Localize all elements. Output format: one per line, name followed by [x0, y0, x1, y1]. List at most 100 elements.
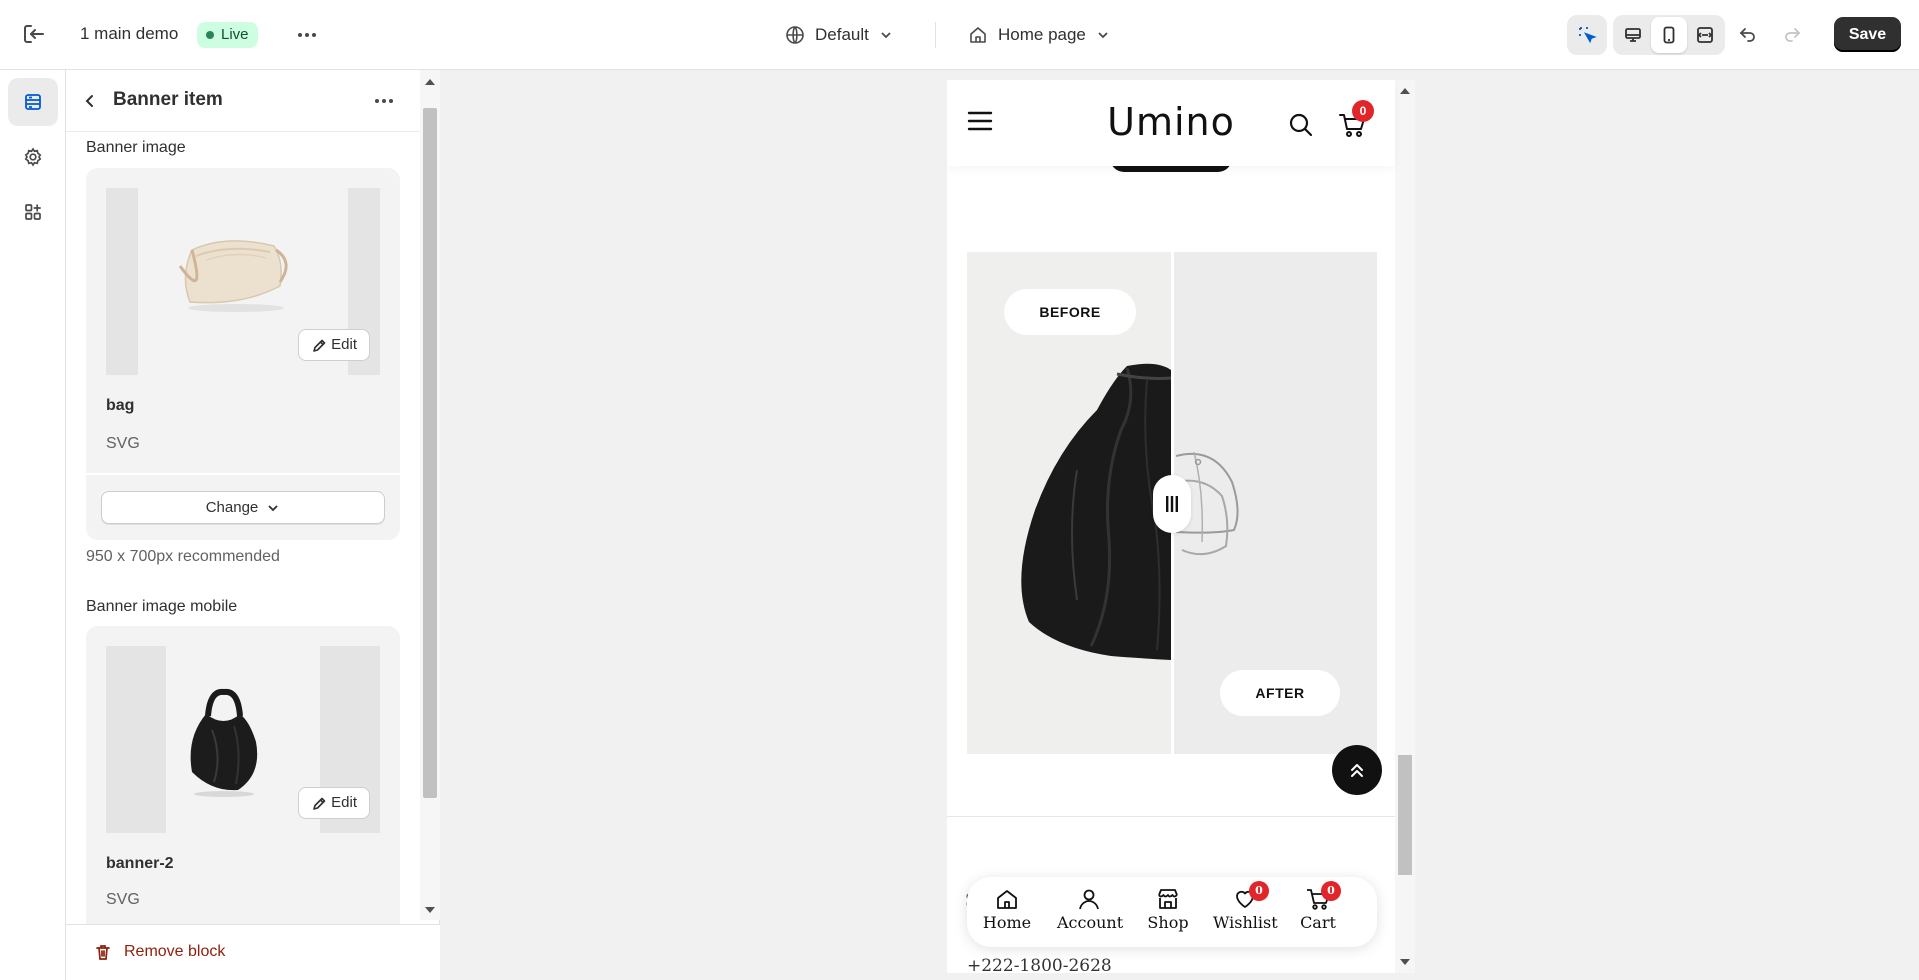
- exit-icon[interactable]: [22, 23, 48, 47]
- bottom-nav-cart[interactable]: 0 Cart: [1297, 881, 1341, 932]
- inspector-toggle[interactable]: [1569, 17, 1605, 53]
- apps-tab[interactable]: [8, 188, 58, 236]
- apps-icon: [25, 204, 41, 220]
- globe-icon: [786, 26, 804, 44]
- save-button[interactable]: Save: [1834, 17, 1901, 52]
- inspector-group: [1567, 15, 1607, 55]
- home-icon: [970, 27, 986, 43]
- user-icon: [1079, 889, 1099, 910]
- mobile-view-button[interactable]: [1651, 17, 1687, 53]
- edit-label: Edit: [331, 794, 357, 811]
- change-label: Change: [205, 499, 259, 516]
- divider: [86, 473, 400, 475]
- back-to-top-button[interactable]: [1332, 745, 1382, 795]
- bottom-nav-home[interactable]: Home: [981, 887, 1033, 932]
- pencil-icon: [313, 797, 326, 810]
- change-image-button[interactable]: Change: [101, 491, 385, 524]
- image-file-type: SVG: [106, 435, 140, 452]
- more-actions-icon[interactable]: [373, 90, 395, 112]
- before-after-slider[interactable]: BEFORE AFTER: [967, 252, 1377, 754]
- cart-count-badge: 0: [1352, 100, 1374, 122]
- theme-label: Default: [815, 25, 869, 44]
- sidebar-title: Banner item: [113, 89, 223, 110]
- more-actions-icon[interactable]: [296, 24, 318, 46]
- page-label: Home page: [998, 25, 1086, 44]
- settings-sidebar: Banner item Banner image Edit bag SVG Ch…: [66, 70, 440, 980]
- edit-image-button[interactable]: Edit: [298, 787, 370, 819]
- bottom-nav-label: Home: [982, 913, 1032, 932]
- redo-icon[interactable]: [1782, 24, 1806, 46]
- before-label: BEFORE: [1004, 289, 1136, 335]
- divider: [935, 22, 936, 48]
- image-file-name: banner-2: [106, 855, 174, 872]
- live-badge: Live: [197, 22, 258, 48]
- cart-count-badge: 0: [1321, 881, 1341, 901]
- store-header: Umino 0: [947, 80, 1395, 166]
- bottom-nav-label: Account: [1057, 913, 1124, 932]
- image-file-name: bag: [106, 397, 135, 414]
- cart-icon[interactable]: 0: [1338, 100, 1374, 143]
- theme-settings-tab[interactable]: [8, 133, 58, 181]
- drag-handle-icon: [1166, 496, 1178, 512]
- bottom-nav-shop[interactable]: Shop: [1145, 887, 1191, 932]
- slider-handle[interactable]: [1153, 475, 1191, 533]
- banner-image-label: Banner image: [86, 139, 186, 156]
- bottom-nav-label: Cart: [1300, 913, 1336, 932]
- home-icon: [997, 890, 1017, 909]
- bottom-nav-label: Wishlist: [1213, 913, 1278, 932]
- edit-image-button[interactable]: Edit: [298, 329, 370, 361]
- bottom-nav-account[interactable]: Account: [1057, 887, 1124, 932]
- mobile-bottom-nav: Home Account Shop 0 Wishlist 0 Cart: [967, 877, 1377, 947]
- chevron-down-icon: [1098, 32, 1108, 39]
- sidebar-scrollbar[interactable]: [420, 70, 440, 920]
- search-icon[interactable]: [1288, 112, 1314, 143]
- scroll-up-arrow[interactable]: [1400, 88, 1410, 94]
- pencil-icon: [313, 339, 326, 352]
- after-label: AFTER: [1220, 670, 1340, 716]
- preview-scrollbar[interactable]: [1395, 80, 1415, 973]
- mobile-icon: [1663, 26, 1675, 44]
- viewport-group: [1613, 15, 1725, 55]
- scroll-thumb[interactable]: [1398, 755, 1412, 875]
- expand-icon: [1697, 27, 1713, 43]
- chevron-down-icon: [881, 32, 891, 39]
- bottom-nav-label: Shop: [1147, 913, 1189, 932]
- trash-icon: [96, 945, 110, 960]
- scroll-down-arrow[interactable]: [1400, 959, 1410, 965]
- remove-block-button[interactable]: Remove block: [94, 943, 225, 961]
- editor-topbar: 1 main demo Live Default Home page Save: [0, 0, 1919, 70]
- undo-icon[interactable]: [1738, 24, 1762, 46]
- wishlist-count-badge: 0: [1249, 881, 1269, 901]
- gear-icon: [24, 147, 42, 167]
- fullwidth-view-button[interactable]: [1687, 17, 1723, 53]
- scroll-down-arrow[interactable]: [425, 907, 435, 913]
- banner-image-preview[interactable]: Edit: [106, 188, 380, 375]
- banner-image-picker: Edit bag SVG Change: [86, 168, 400, 540]
- page-selector[interactable]: Home page: [968, 22, 1110, 48]
- sidebar-header: Banner item: [66, 70, 420, 132]
- store-logo[interactable]: Umino: [947, 100, 1395, 144]
- image-file-type: SVG: [106, 891, 140, 908]
- desktop-view-button[interactable]: [1615, 17, 1651, 53]
- left-rail: [0, 70, 66, 980]
- scroll-up-arrow[interactable]: [425, 79, 435, 85]
- storefront-preview: Umino 0 BEFORE AFTER Home Account Shop 0…: [947, 80, 1415, 973]
- scroll-thumb[interactable]: [423, 108, 437, 798]
- divider: [947, 816, 1395, 817]
- image-size-hint: 950 x 700px recommended: [86, 548, 280, 565]
- bag-image: [178, 240, 288, 312]
- black-bag-image: [190, 688, 258, 797]
- sections-icon: [25, 94, 41, 110]
- banner-image-mobile-label: Banner image mobile: [86, 598, 238, 615]
- footer-phone: +222-1800-2628: [967, 956, 1112, 973]
- banner-image-mobile-picker: Edit banner-2 SVG: [86, 626, 400, 926]
- sections-tab[interactable]: [8, 78, 58, 126]
- banner-image-mobile-preview[interactable]: Edit: [106, 646, 380, 833]
- sidebar-footer: Remove block: [66, 924, 440, 980]
- bottom-nav-wishlist[interactable]: 0 Wishlist: [1213, 881, 1278, 932]
- store-icon: [1158, 889, 1178, 909]
- edit-label: Edit: [331, 336, 357, 353]
- back-arrow-icon[interactable]: [80, 91, 100, 111]
- select-cursor-icon: [1579, 27, 1597, 44]
- theme-selector[interactable]: Default: [785, 22, 893, 48]
